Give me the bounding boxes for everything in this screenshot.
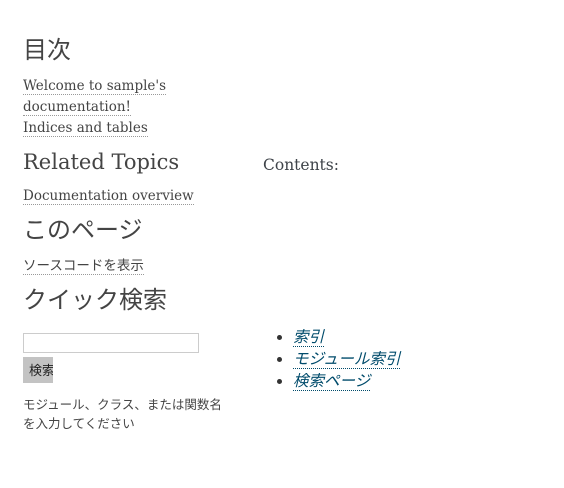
- toc-link-welcome[interactable]: Welcome to sample's documentation!: [23, 77, 167, 116]
- related-topics-heading: Related Topics: [23, 149, 180, 174]
- genindex-link[interactable]: 索引: [293, 328, 325, 347]
- this-page-heading: このページ: [23, 215, 143, 244]
- bullet-icon: [277, 357, 282, 362]
- sidebar: 目次 Welcome to sample's documentation! In…: [23, 36, 223, 433]
- toc-links: Welcome to sample's documentation! Indic…: [23, 75, 223, 138]
- list-item: 索引: [277, 326, 400, 348]
- this-page-links: ソースコードを表示: [23, 255, 223, 276]
- list-item: 検索ページ: [277, 370, 400, 392]
- bullet-icon: [277, 335, 282, 340]
- search-button[interactable]: 検索: [23, 356, 53, 383]
- bullet-icon: [277, 379, 282, 384]
- search-hint: モジュール、クラス、または関数名を入力してください: [23, 396, 222, 431]
- index-list: 索引 モジュール索引 検索ページ: [277, 326, 401, 392]
- related-links: Documentation overview: [23, 185, 223, 206]
- toc-link-indices[interactable]: Indices and tables: [23, 119, 148, 137]
- modindex-link[interactable]: モジュール索引: [293, 350, 401, 369]
- search-page-link[interactable]: 検索ページ: [293, 372, 371, 391]
- show-source-link[interactable]: ソースコードを表示: [23, 257, 144, 275]
- list-item: モジュール索引: [277, 348, 401, 370]
- quick-search-form: 検索: [23, 332, 223, 383]
- contents-label: Contents:: [263, 156, 339, 174]
- search-input[interactable]: [23, 332, 199, 353]
- toc-heading: 目次: [23, 36, 71, 64]
- quick-search-heading: クイック検索: [23, 285, 167, 314]
- documentation-overview-link[interactable]: Documentation overview: [23, 187, 194, 205]
